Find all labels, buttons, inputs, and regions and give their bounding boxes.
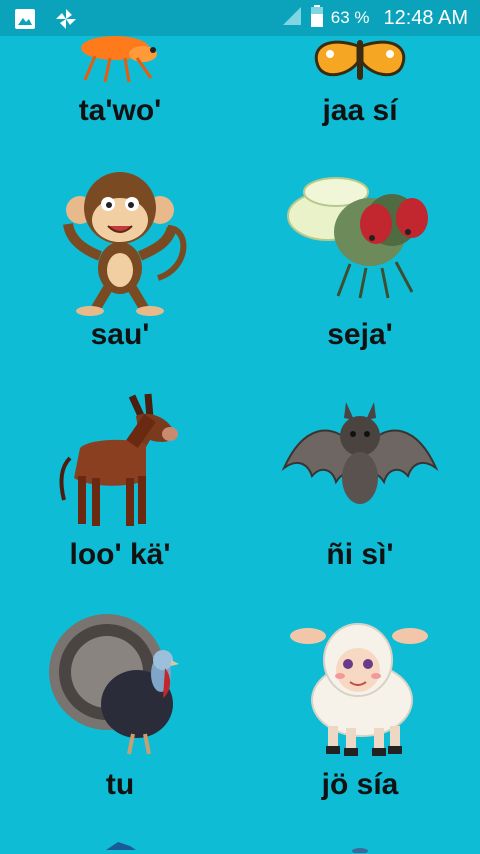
status-bar: 63 % 12:48 AM	[0, 0, 480, 36]
animal-card-sheep[interactable]: jö sía	[240, 608, 480, 818]
animal-card-partial-right[interactable]	[240, 832, 480, 854]
animal-label: jö sía	[321, 768, 399, 801]
partial-animal-icon	[100, 836, 140, 850]
animal-label: ñi sì'	[326, 538, 394, 571]
animal-label: ta'wo'	[78, 94, 162, 127]
bat-icon	[280, 398, 440, 518]
butterfly-icon	[300, 36, 420, 86]
shrimp-icon	[65, 36, 175, 86]
partial-animal-icon	[345, 840, 375, 854]
turkey-icon	[45, 608, 195, 758]
sheep-icon	[280, 608, 440, 758]
battery-percent: 63 %	[330, 8, 370, 27]
gallery-icon	[14, 8, 36, 35]
animal-label: seja'	[327, 318, 393, 351]
status-right-area: 63 % 12:48 AM	[281, 0, 468, 36]
animal-card-partial-left[interactable]	[0, 832, 240, 854]
monkey-icon	[40, 168, 200, 318]
animal-label: loo' kä'	[69, 538, 171, 571]
animal-card-turkey[interactable]: tu	[0, 608, 240, 818]
pinwheel-icon	[54, 7, 78, 36]
animal-card-fly[interactable]: seja'	[240, 168, 480, 368]
animal-grid: ta'wo' jaa sí sau' seja' loo' kä' ñi sì'…	[0, 36, 480, 854]
animal-label: sau'	[90, 318, 150, 351]
animal-card-bat[interactable]: ñi sì'	[240, 388, 480, 598]
fly-icon	[280, 168, 440, 308]
animal-card-donkey[interactable]: loo' kä'	[0, 388, 240, 598]
animal-card-monkey[interactable]: sau'	[0, 168, 240, 368]
animal-card-butterfly[interactable]: jaa sí	[240, 36, 480, 156]
donkey-icon	[50, 388, 190, 533]
signal-icon	[281, 5, 303, 32]
status-left-icons	[14, 7, 78, 36]
animal-card-shrimp[interactable]: ta'wo'	[0, 36, 240, 156]
animal-label: jaa sí	[322, 94, 398, 127]
animal-label: tu	[105, 768, 135, 801]
clock: 12:48 AM	[383, 6, 468, 29]
battery-icon	[310, 4, 323, 32]
